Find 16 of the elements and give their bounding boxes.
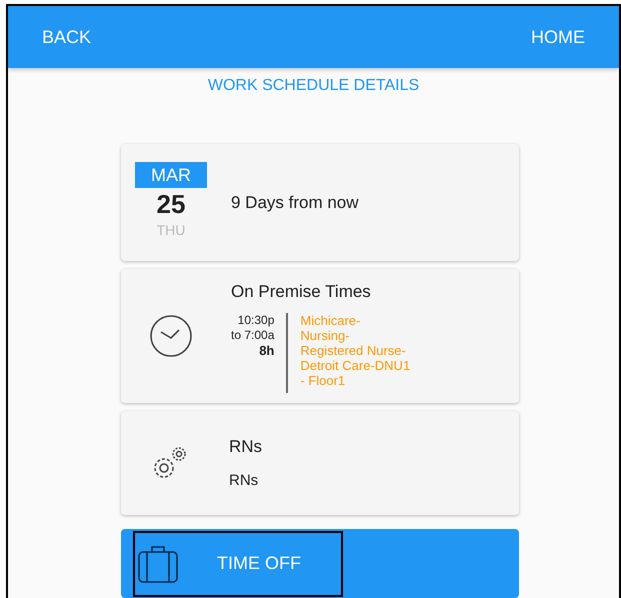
time-off-button[interactable]: TIME OFF (121, 529, 519, 598)
location-text: Michicare- Nursing- Registered Nurse- Detroit Care-DNU1 - Floor1 (300, 312, 410, 390)
start-time: 10:30p (238, 312, 274, 328)
end-time: to 7:00a (231, 328, 274, 342)
back-button[interactable]: BACK (42, 24, 92, 50)
relative-date: 9 Days from now (231, 192, 359, 214)
home-button[interactable]: HOME (531, 24, 585, 50)
page-title: WORK SCHEDULE DETAILS (208, 76, 420, 96)
shift-duration: 8h (259, 342, 274, 358)
month-label: MAR (135, 162, 207, 188)
times-title: On Premise Times (231, 281, 372, 303)
clock-icon (149, 314, 193, 358)
day-number: 25 (156, 188, 186, 220)
weekday-label: THU (156, 221, 186, 240)
role-subtitle: RNs (229, 470, 260, 490)
role-title: RNs (229, 436, 262, 458)
